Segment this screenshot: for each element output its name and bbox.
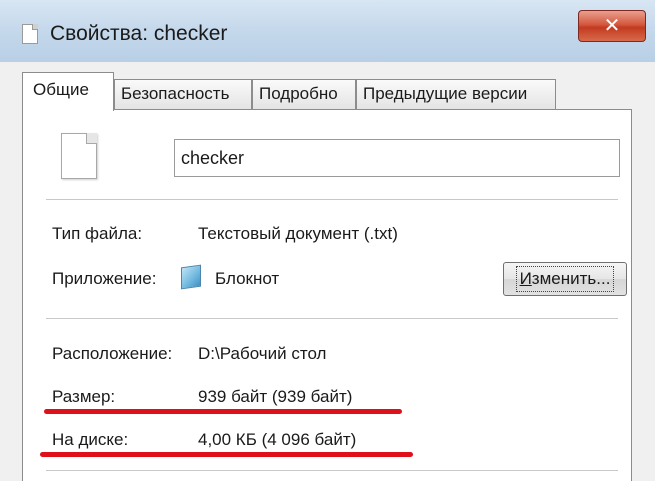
window-title: Свойства: checker (50, 22, 228, 45)
notepad-icon (181, 264, 201, 290)
size-label: Размер: (52, 387, 116, 406)
location-value: D:\Рабочий стол (198, 344, 327, 363)
app-value: Блокнот (215, 269, 280, 288)
tab-security[interactable]: Безопасность (114, 79, 252, 109)
title-bar[interactable]: Свойства: checker ✕ (0, 0, 655, 62)
divider (46, 318, 618, 319)
size-highlight-underline (44, 409, 402, 414)
file-type-label: Тип файла: (52, 224, 143, 243)
divider (46, 470, 618, 471)
disk-size-label: На диске: (52, 430, 129, 449)
close-icon: ✕ (603, 15, 621, 37)
file-name-input[interactable] (174, 139, 620, 177)
size-value: 939 байт (939 байт) (198, 387, 353, 406)
file-type-value: Текстовый документ (.txt) (198, 224, 398, 243)
change-button[interactable]: Изменить... (503, 262, 627, 296)
change-button-label: Изменить... (515, 266, 615, 292)
text-file-icon (61, 133, 97, 179)
disk-size-value: 4,00 КБ (4 096 байт) (198, 430, 357, 449)
document-icon (22, 24, 38, 44)
disk-highlight-underline (40, 452, 413, 457)
divider (46, 199, 618, 200)
tab-details[interactable]: Подробно (252, 79, 356, 109)
app-label: Приложение: (52, 269, 157, 288)
tab-general[interactable]: Общие (22, 72, 114, 111)
close-button[interactable]: ✕ (578, 10, 646, 42)
properties-window: Свойства: checker ✕ Общие Безопасность П… (0, 0, 655, 481)
location-label: Расположение: (52, 344, 173, 363)
tab-previous-versions[interactable]: Предыдущие версии (356, 79, 556, 109)
